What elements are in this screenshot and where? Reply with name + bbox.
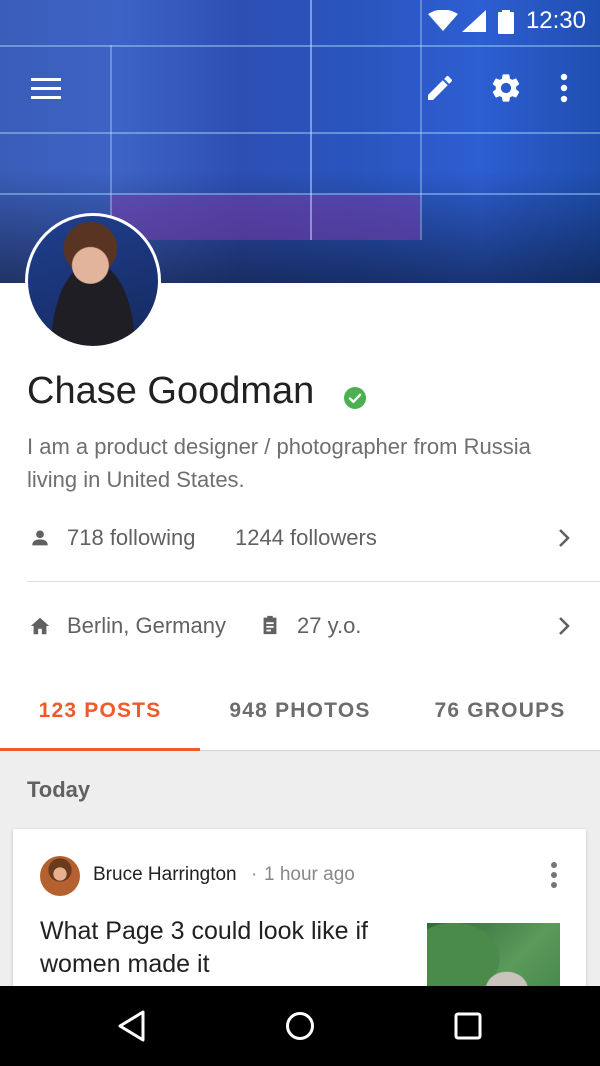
more-button[interactable] <box>540 64 588 112</box>
home-circle-icon <box>286 1012 314 1040</box>
home-button[interactable] <box>276 1002 324 1050</box>
follow-stats-row[interactable]: 718 following 1244 followers <box>0 509 600 567</box>
gear-icon <box>492 74 520 102</box>
post-title[interactable]: What Page 3 could look like if women mad… <box>40 915 400 981</box>
tab-photos[interactable]: 948 PHOTOS <box>200 672 400 750</box>
recents-button[interactable] <box>444 1002 492 1050</box>
post-more-button[interactable] <box>542 859 566 891</box>
battery-icon <box>498 10 514 34</box>
separator-dot: · <box>251 864 258 885</box>
clipboard-icon <box>263 615 277 635</box>
section-title: Today <box>27 777 91 802</box>
details-row[interactable]: Berlin, Germany 27 y.o. <box>0 597 600 655</box>
feed: Today Bruce Harrington · 1 hour ago What… <box>0 751 600 986</box>
divider <box>27 581 600 582</box>
profile-tabs: 123 POSTS 948 PHOTOS 76 GROUPS <box>0 672 600 751</box>
post-card[interactable]: Bruce Harrington · 1 hour ago What Page … <box>13 829 586 986</box>
post-thumbnail[interactable] <box>427 923 560 986</box>
recents-square-icon <box>454 1012 482 1040</box>
author-avatar[interactable] <box>40 856 80 896</box>
toolbar <box>0 60 600 116</box>
following-count[interactable]: 718 following <box>67 525 195 551</box>
cover-purple-panel <box>110 195 420 240</box>
post-author[interactable]: Bruce Harrington <box>93 864 237 886</box>
back-triangle-icon <box>118 1010 145 1042</box>
wifi-icon <box>428 10 458 31</box>
more-vert-icon <box>551 862 557 888</box>
system-nav-bar <box>0 986 600 1066</box>
home-icon <box>30 617 50 635</box>
chevron-right-icon <box>559 529 570 547</box>
profile-name: Chase Goodman <box>27 370 315 412</box>
status-bar: 12:30 <box>0 0 600 40</box>
tab-groups[interactable]: 76 GROUPS <box>400 672 600 750</box>
settings-button[interactable] <box>482 64 530 112</box>
cover-tile-line <box>0 45 600 47</box>
cover-tile-line <box>0 132 600 134</box>
followers-count[interactable]: 1244 followers <box>235 525 377 551</box>
back-button[interactable] <box>108 1002 156 1050</box>
edit-icon <box>428 75 453 100</box>
more-vert-icon <box>560 73 568 103</box>
signal-icon <box>462 10 486 32</box>
chevron-right-icon <box>559 617 570 635</box>
profile-avatar[interactable] <box>25 213 161 349</box>
location-text: Berlin, Germany <box>67 613 226 638</box>
post-time: 1 hour ago <box>264 864 355 885</box>
profile-bio: I am a product designer / photographer f… <box>27 434 531 492</box>
person-icon <box>32 530 48 546</box>
verified-icon <box>344 387 366 409</box>
age-text: 27 y.o. <box>297 613 362 638</box>
menu-button[interactable] <box>22 64 70 112</box>
menu-icon <box>31 78 61 99</box>
status-time: 12:30 <box>525 7 586 34</box>
edit-button[interactable] <box>416 64 464 112</box>
tab-posts[interactable]: 123 POSTS <box>0 672 200 750</box>
